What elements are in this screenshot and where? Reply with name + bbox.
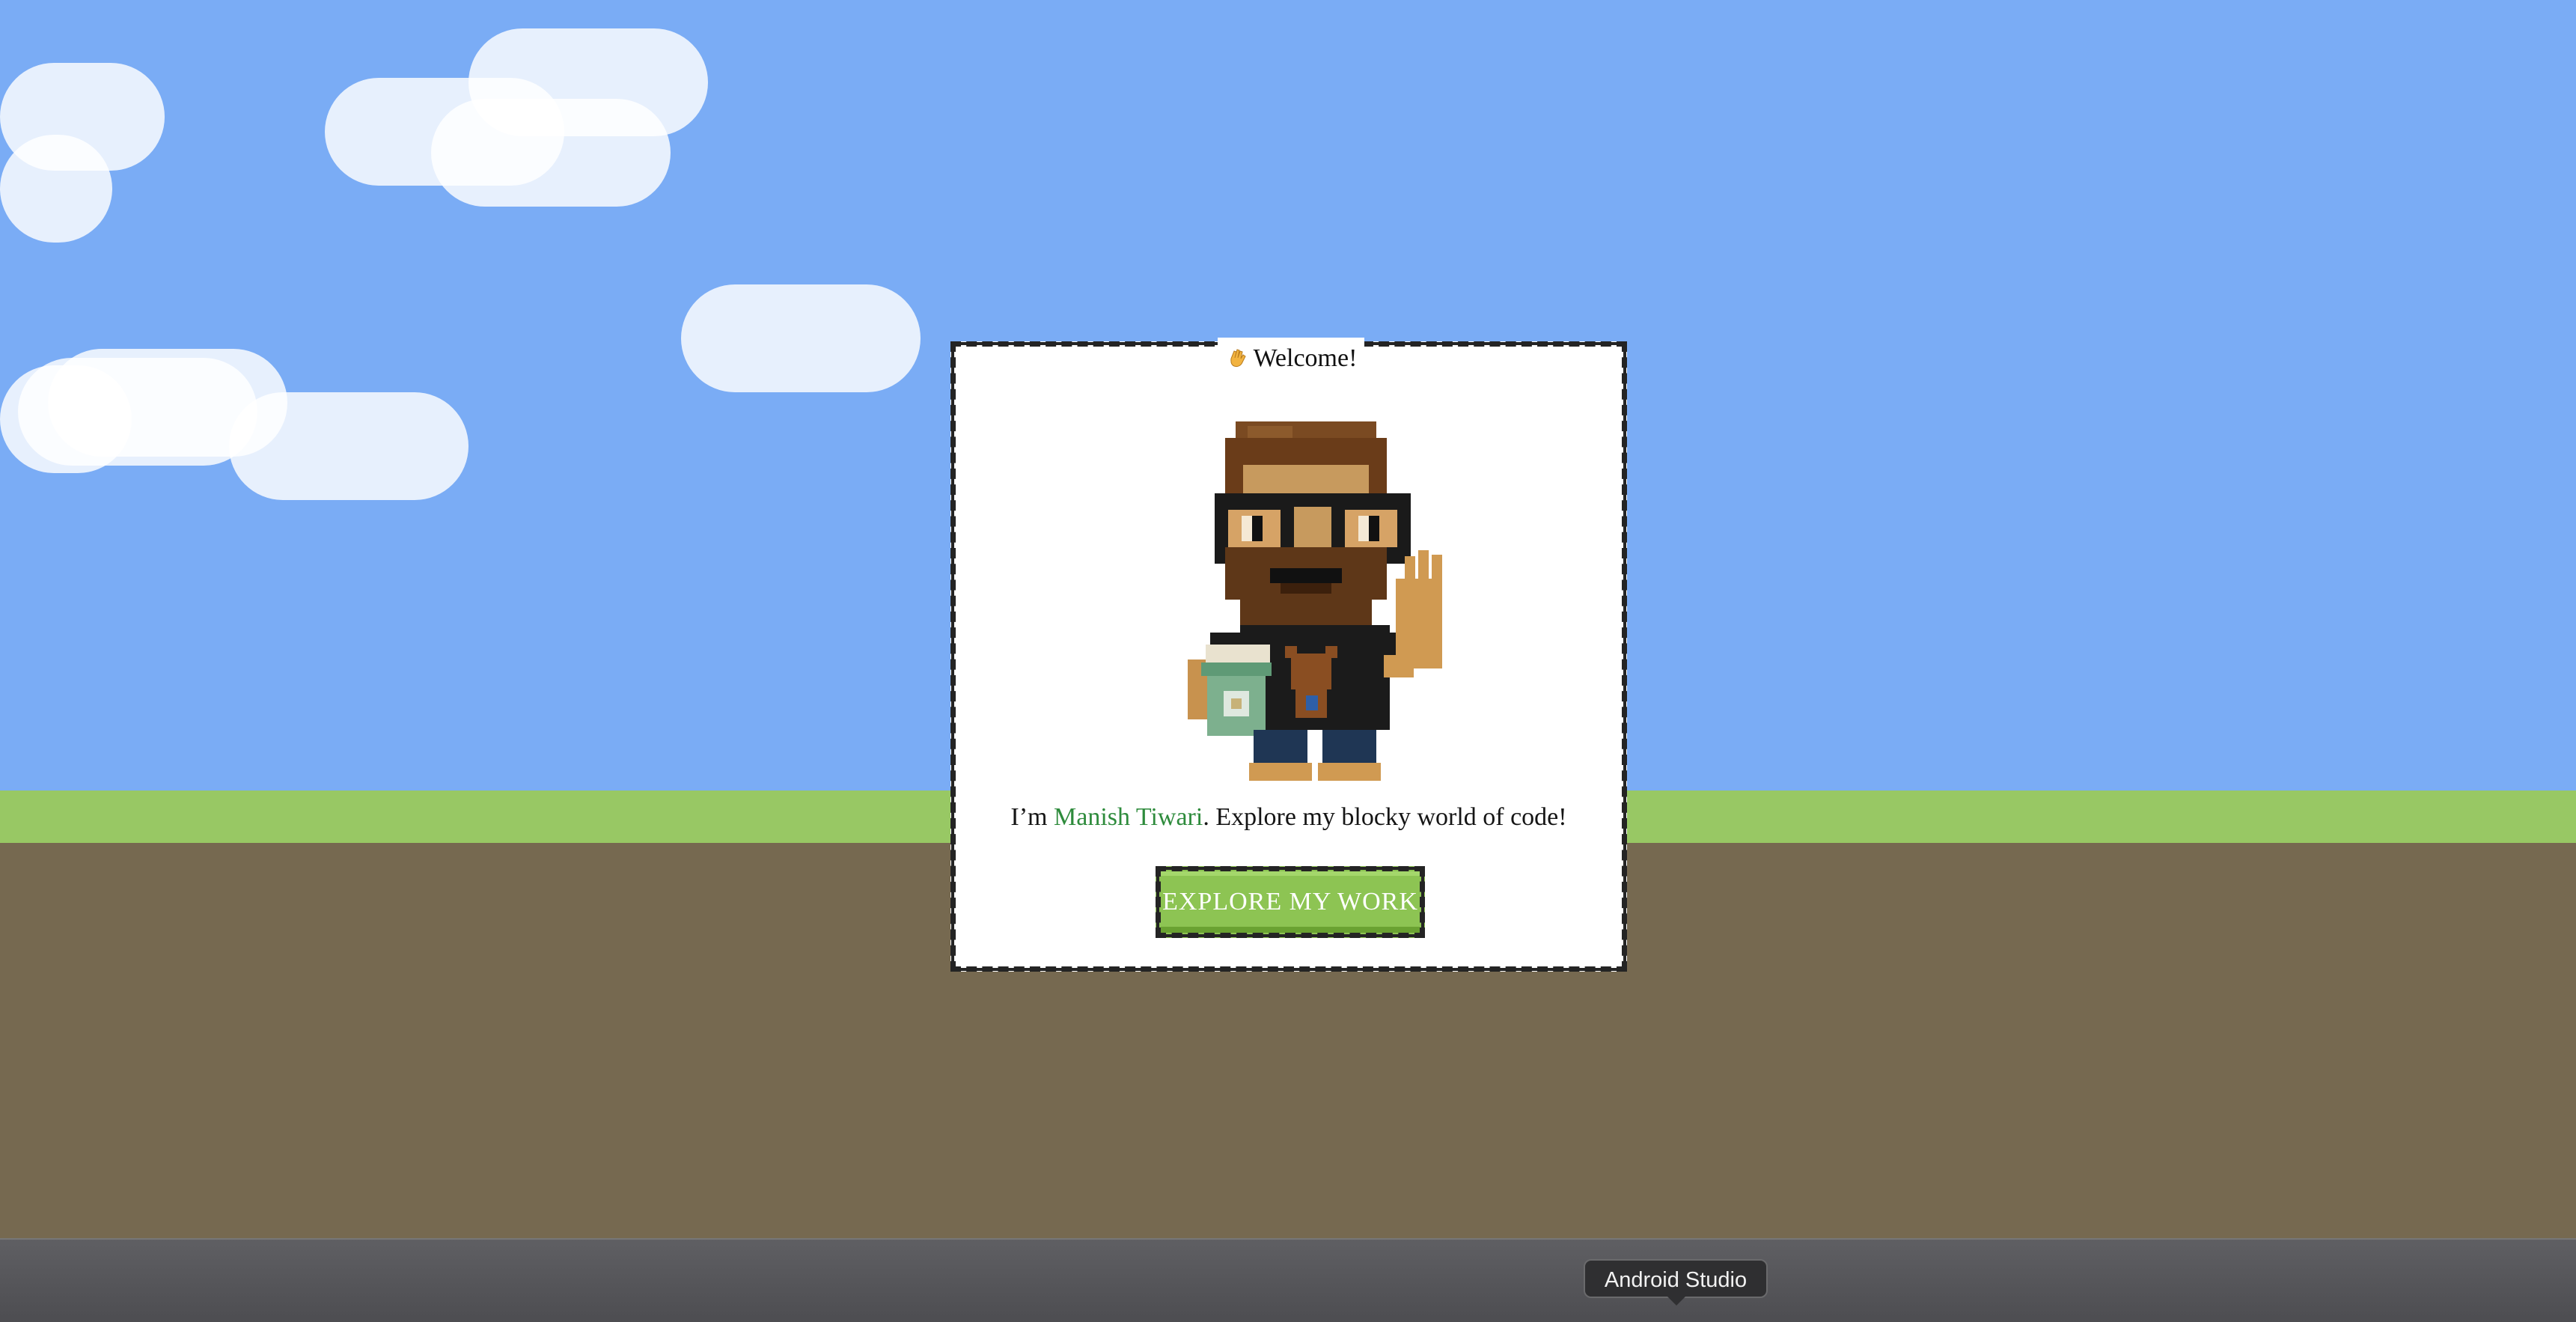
intro-text: I’m Manish Tiwari. Explore my blocky wor… (956, 803, 1622, 832)
dock-tooltip: Android Studio (1584, 1259, 1768, 1298)
dock-tooltip-arrow (1667, 1297, 1685, 1306)
dock (0, 1238, 2576, 1322)
explore-my-work-button[interactable]: EXPLORE MY WORK (1156, 866, 1425, 938)
intro-prefix: I’m (1010, 803, 1054, 831)
author-name-link[interactable]: Manish Tiwari (1054, 803, 1203, 831)
dialog-title: Welcome! (1218, 338, 1364, 380)
cloud (0, 135, 112, 243)
welcome-dialog: Welcome! I’m Manish Tiwari. Explore my b… (950, 338, 1627, 972)
pixel-avatar-image (1188, 421, 1442, 781)
dialog-title-text: Welcome! (1253, 344, 1358, 372)
cloud (229, 392, 468, 500)
waving-hand-icon (1230, 349, 1246, 368)
cloud (681, 284, 921, 392)
intro-suffix: . Explore my blocky world of code! (1203, 803, 1567, 831)
cloud (431, 99, 671, 207)
